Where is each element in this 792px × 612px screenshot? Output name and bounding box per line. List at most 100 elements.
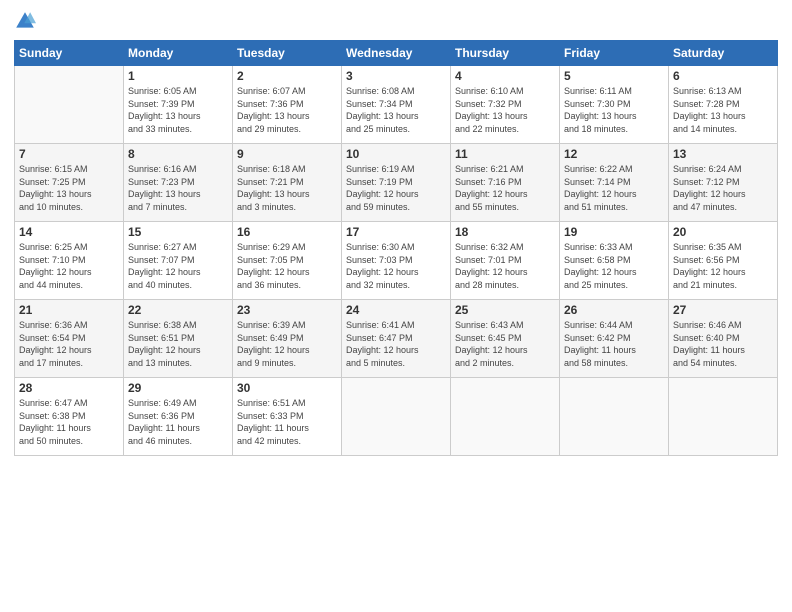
- day-info: Sunrise: 6:30 AM Sunset: 7:03 PM Dayligh…: [346, 241, 446, 291]
- day-info: Sunrise: 6:15 AM Sunset: 7:25 PM Dayligh…: [19, 163, 119, 213]
- day-info: Sunrise: 6:08 AM Sunset: 7:34 PM Dayligh…: [346, 85, 446, 135]
- day-number: 16: [237, 225, 337, 239]
- calendar-cell: [669, 378, 778, 456]
- calendar-cell: 25 Sunrise: 6:43 AM Sunset: 6:45 PM Dayli…: [451, 300, 560, 378]
- calendar-cell: 27 Sunrise: 6:46 AM Sunset: 6:40 PM Dayli…: [669, 300, 778, 378]
- day-number: 14: [19, 225, 119, 239]
- calendar-cell: 30 Sunrise: 6:51 AM Sunset: 6:33 PM Dayli…: [233, 378, 342, 456]
- calendar-cell: 20 Sunrise: 6:35 AM Sunset: 6:56 PM Dayli…: [669, 222, 778, 300]
- calendar-cell: 1 Sunrise: 6:05 AM Sunset: 7:39 PM Daylig…: [124, 66, 233, 144]
- day-info: Sunrise: 6:19 AM Sunset: 7:19 PM Dayligh…: [346, 163, 446, 213]
- day-number: 19: [564, 225, 664, 239]
- calendar-cell: 4 Sunrise: 6:10 AM Sunset: 7:32 PM Daylig…: [451, 66, 560, 144]
- day-number: 6: [673, 69, 773, 83]
- calendar: SundayMondayTuesdayWednesdayThursdayFrid…: [14, 40, 778, 456]
- day-number: 21: [19, 303, 119, 317]
- day-header-sunday: Sunday: [15, 41, 124, 66]
- calendar-cell: 10 Sunrise: 6:19 AM Sunset: 7:19 PM Dayli…: [342, 144, 451, 222]
- calendar-cell: 29 Sunrise: 6:49 AM Sunset: 6:36 PM Dayli…: [124, 378, 233, 456]
- day-number: 18: [455, 225, 555, 239]
- calendar-cell: 26 Sunrise: 6:44 AM Sunset: 6:42 PM Dayli…: [560, 300, 669, 378]
- day-info: Sunrise: 6:25 AM Sunset: 7:10 PM Dayligh…: [19, 241, 119, 291]
- day-info: Sunrise: 6:51 AM Sunset: 6:33 PM Dayligh…: [237, 397, 337, 447]
- day-number: 22: [128, 303, 228, 317]
- day-number: 24: [346, 303, 446, 317]
- day-header-saturday: Saturday: [669, 41, 778, 66]
- day-info: Sunrise: 6:46 AM Sunset: 6:40 PM Dayligh…: [673, 319, 773, 369]
- calendar-cell: 11 Sunrise: 6:21 AM Sunset: 7:16 PM Dayli…: [451, 144, 560, 222]
- calendar-cell: 13 Sunrise: 6:24 AM Sunset: 7:12 PM Dayli…: [669, 144, 778, 222]
- day-number: 10: [346, 147, 446, 161]
- day-number: 1: [128, 69, 228, 83]
- day-info: Sunrise: 6:07 AM Sunset: 7:36 PM Dayligh…: [237, 85, 337, 135]
- calendar-cell: 3 Sunrise: 6:08 AM Sunset: 7:34 PM Daylig…: [342, 66, 451, 144]
- day-number: 25: [455, 303, 555, 317]
- day-number: 26: [564, 303, 664, 317]
- day-info: Sunrise: 6:39 AM Sunset: 6:49 PM Dayligh…: [237, 319, 337, 369]
- calendar-cell: 18Sunrise: 6:32 AM Sunset: 7:01 PM Dayli…: [451, 222, 560, 300]
- calendar-cell: 23 Sunrise: 6:39 AM Sunset: 6:49 PM Dayli…: [233, 300, 342, 378]
- calendar-cell: 7 Sunrise: 6:15 AM Sunset: 7:25 PM Daylig…: [15, 144, 124, 222]
- day-number: 29: [128, 381, 228, 395]
- day-number: 23: [237, 303, 337, 317]
- day-number: 5: [564, 69, 664, 83]
- day-info: Sunrise: 6:29 AM Sunset: 7:05 PM Dayligh…: [237, 241, 337, 291]
- calendar-cell: 16 Sunrise: 6:29 AM Sunset: 7:05 PM Dayli…: [233, 222, 342, 300]
- day-number: 30: [237, 381, 337, 395]
- day-number: 3: [346, 69, 446, 83]
- day-number: 7: [19, 147, 119, 161]
- day-info: Sunrise: 6:47 AM Sunset: 6:38 PM Dayligh…: [19, 397, 119, 447]
- calendar-cell: 5Sunrise: 6:11 AM Sunset: 7:30 PM Daylig…: [560, 66, 669, 144]
- calendar-cell: 6 Sunrise: 6:13 AM Sunset: 7:28 PM Daylig…: [669, 66, 778, 144]
- day-info: Sunrise: 6:36 AM Sunset: 6:54 PM Dayligh…: [19, 319, 119, 369]
- calendar-cell: 19 Sunrise: 6:33 AM Sunset: 6:58 PM Dayli…: [560, 222, 669, 300]
- day-number: 2: [237, 69, 337, 83]
- calendar-cell: 15 Sunrise: 6:27 AM Sunset: 7:07 PM Dayli…: [124, 222, 233, 300]
- logo: [14, 10, 38, 32]
- day-info: Sunrise: 6:05 AM Sunset: 7:39 PM Dayligh…: [128, 85, 228, 135]
- day-info: Sunrise: 6:33 AM Sunset: 6:58 PM Dayligh…: [564, 241, 664, 291]
- calendar-cell: 2 Sunrise: 6:07 AM Sunset: 7:36 PM Daylig…: [233, 66, 342, 144]
- day-info: Sunrise: 6:43 AM Sunset: 6:45 PM Dayligh…: [455, 319, 555, 369]
- calendar-cell: 12 Sunrise: 6:22 AM Sunset: 7:14 PM Dayli…: [560, 144, 669, 222]
- day-info: Sunrise: 6:10 AM Sunset: 7:32 PM Dayligh…: [455, 85, 555, 135]
- day-number: 12: [564, 147, 664, 161]
- day-info: Sunrise: 6:27 AM Sunset: 7:07 PM Dayligh…: [128, 241, 228, 291]
- day-number: 11: [455, 147, 555, 161]
- day-info: Sunrise: 6:18 AM Sunset: 7:21 PM Dayligh…: [237, 163, 337, 213]
- day-number: 4: [455, 69, 555, 83]
- logo-icon: [14, 10, 36, 32]
- day-header-thursday: Thursday: [451, 41, 560, 66]
- calendar-cell: 8 Sunrise: 6:16 AM Sunset: 7:23 PM Daylig…: [124, 144, 233, 222]
- day-info: Sunrise: 6:49 AM Sunset: 6:36 PM Dayligh…: [128, 397, 228, 447]
- day-info: Sunrise: 6:38 AM Sunset: 6:51 PM Dayligh…: [128, 319, 228, 369]
- day-header-friday: Friday: [560, 41, 669, 66]
- day-number: 8: [128, 147, 228, 161]
- day-number: 28: [19, 381, 119, 395]
- day-number: 20: [673, 225, 773, 239]
- day-number: 17: [346, 225, 446, 239]
- day-info: Sunrise: 6:35 AM Sunset: 6:56 PM Dayligh…: [673, 241, 773, 291]
- calendar-cell: 22 Sunrise: 6:38 AM Sunset: 6:51 PM Dayli…: [124, 300, 233, 378]
- day-info: Sunrise: 6:24 AM Sunset: 7:12 PM Dayligh…: [673, 163, 773, 213]
- day-info: Sunrise: 6:41 AM Sunset: 6:47 PM Dayligh…: [346, 319, 446, 369]
- day-info: Sunrise: 6:22 AM Sunset: 7:14 PM Dayligh…: [564, 163, 664, 213]
- day-header-wednesday: Wednesday: [342, 41, 451, 66]
- calendar-cell: [560, 378, 669, 456]
- calendar-cell: 24 Sunrise: 6:41 AM Sunset: 6:47 PM Dayli…: [342, 300, 451, 378]
- day-number: 27: [673, 303, 773, 317]
- day-number: 15: [128, 225, 228, 239]
- day-header-monday: Monday: [124, 41, 233, 66]
- day-info: Sunrise: 6:21 AM Sunset: 7:16 PM Dayligh…: [455, 163, 555, 213]
- day-info: Sunrise: 6:44 AM Sunset: 6:42 PM Dayligh…: [564, 319, 664, 369]
- calendar-cell: 21 Sunrise: 6:36 AM Sunset: 6:54 PM Dayli…: [15, 300, 124, 378]
- calendar-cell: 17 Sunrise: 6:30 AM Sunset: 7:03 PM Dayli…: [342, 222, 451, 300]
- calendar-cell: 9 Sunrise: 6:18 AM Sunset: 7:21 PM Daylig…: [233, 144, 342, 222]
- day-number: 13: [673, 147, 773, 161]
- calendar-cell: [15, 66, 124, 144]
- day-info: Sunrise: 6:13 AM Sunset: 7:28 PM Dayligh…: [673, 85, 773, 135]
- calendar-cell: 28 Sunrise: 6:47 AM Sunset: 6:38 PM Dayli…: [15, 378, 124, 456]
- day-header-tuesday: Tuesday: [233, 41, 342, 66]
- day-info: Sunrise: 6:16 AM Sunset: 7:23 PM Dayligh…: [128, 163, 228, 213]
- day-number: 9: [237, 147, 337, 161]
